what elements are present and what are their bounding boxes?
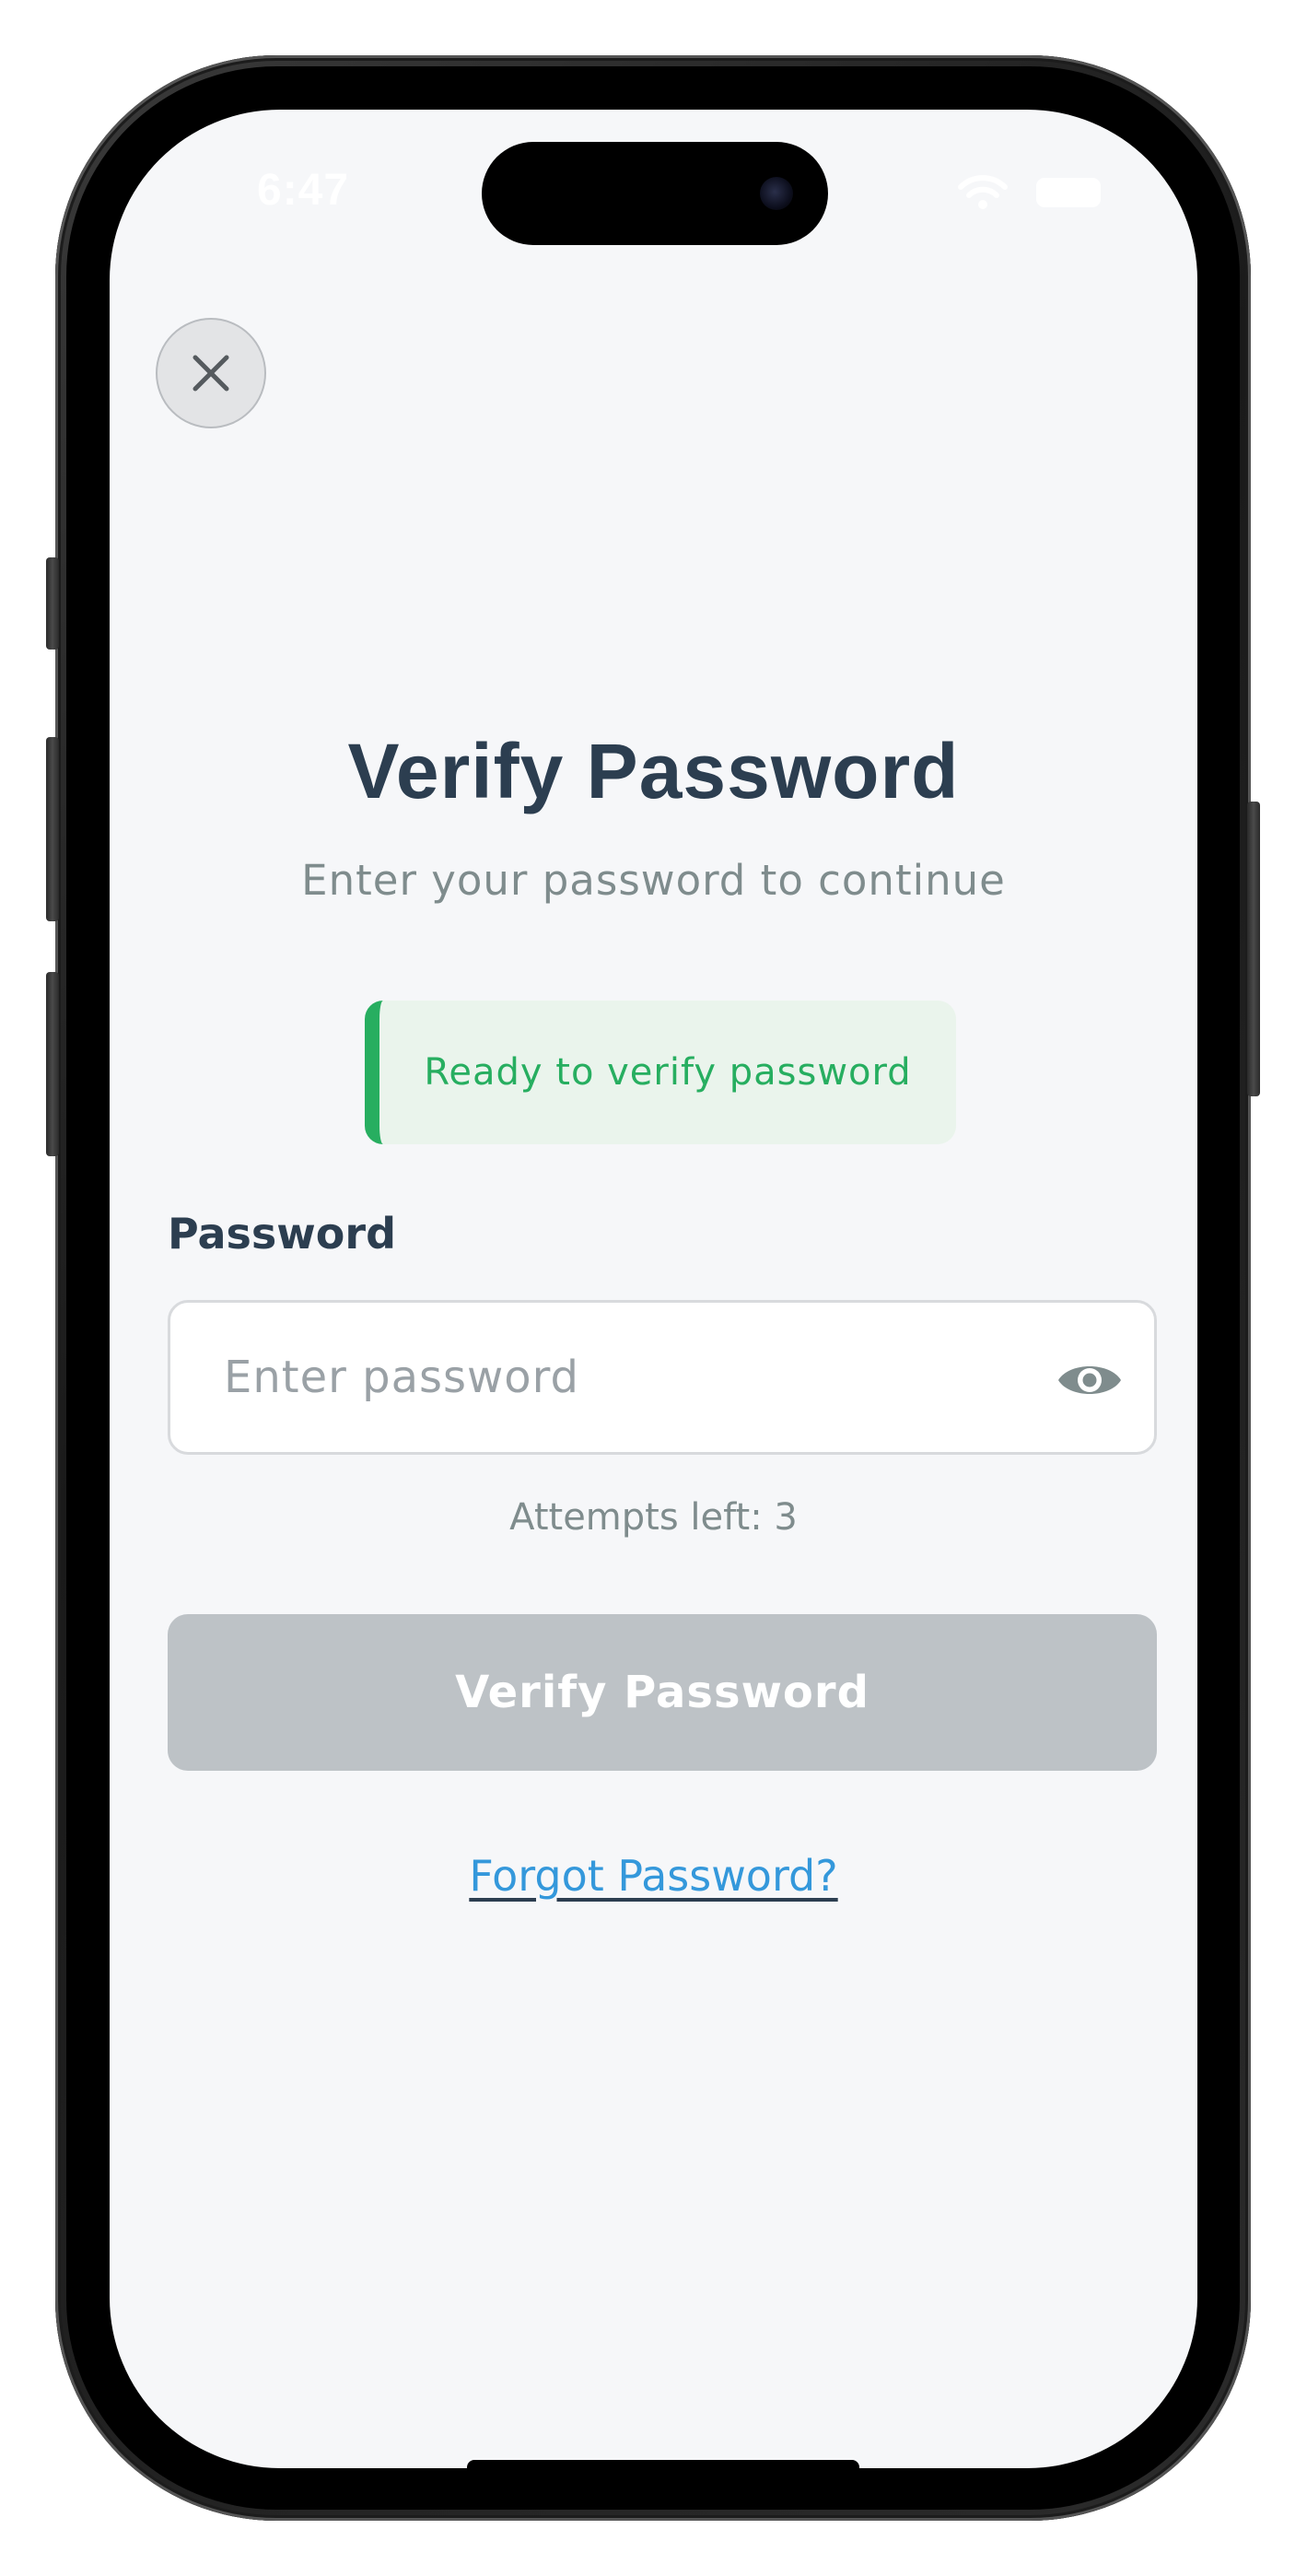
front-camera-icon <box>760 177 793 210</box>
status-time: 6:47 <box>257 166 350 215</box>
page-subtitle: Enter your password to continue <box>301 856 1006 905</box>
action-button <box>46 557 59 650</box>
volume-down-button <box>46 972 59 1156</box>
verify-password-button[interactable]: Verify Password <box>168 1614 1157 1771</box>
password-field-container <box>168 1300 1157 1455</box>
toggle-password-visibility-button[interactable] <box>1053 1343 1126 1417</box>
close-button[interactable] <box>156 318 266 428</box>
wifi-icon <box>958 175 1008 209</box>
dynamic-island <box>482 142 828 245</box>
password-input[interactable] <box>224 1303 1034 1452</box>
app-screen: 6:47 Verify Password Enter your password… <box>110 110 1197 2468</box>
status-banner: Ready to verify password <box>365 1001 956 1144</box>
attempts-remaining: Attempts left: 3 <box>509 1496 798 1539</box>
close-icon <box>193 355 229 392</box>
power-button <box>1247 802 1260 1096</box>
volume-up-button <box>46 737 59 921</box>
status-banner-text: Ready to verify password <box>424 1051 912 1094</box>
forgot-password-link[interactable]: Forgot Password? <box>110 1851 1197 1901</box>
page-title: Verify Password <box>347 728 960 814</box>
password-label: Password <box>168 1209 396 1259</box>
home-indicator[interactable] <box>467 2460 859 2468</box>
eye-icon <box>1058 1366 1121 1394</box>
battery-icon <box>1036 178 1101 207</box>
